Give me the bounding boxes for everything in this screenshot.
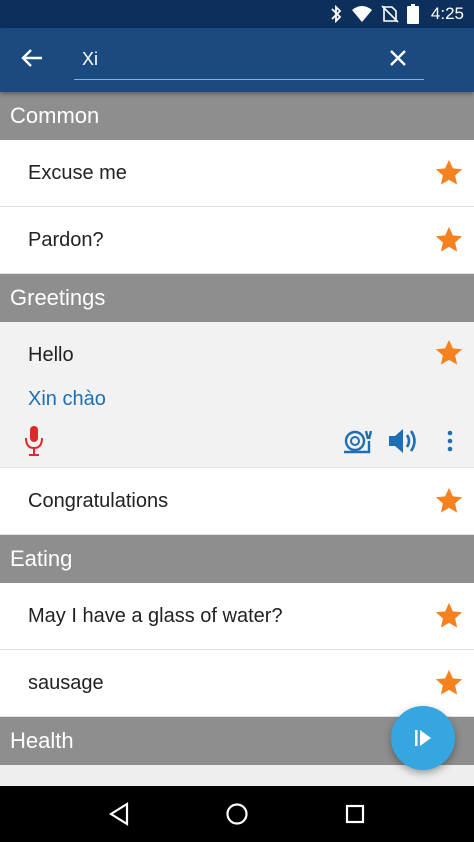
star-icon <box>435 602 463 628</box>
status-time: 4:25 <box>430 4 464 23</box>
list-item[interactable]: May I have a glass of water? <box>0 583 474 650</box>
snail-icon <box>344 430 372 454</box>
nav-home-icon <box>226 803 248 825</box>
phrase-label: sausage <box>28 671 104 694</box>
list-item[interactable]: Excuse me <box>0 140 474 207</box>
favorite-star-button[interactable] <box>434 338 464 368</box>
status-bar: 4:25 <box>0 0 474 28</box>
no-sim-icon <box>381 5 399 23</box>
speaker-icon <box>389 429 416 453</box>
star-icon <box>435 669 463 695</box>
search-field-wrapper <box>74 42 424 80</box>
phrase-label: Excuse me <box>28 161 127 184</box>
phrase-translation: Xin chào <box>28 388 106 410</box>
battery-icon <box>406 4 419 24</box>
back-arrow-icon <box>21 48 43 72</box>
favorite-star-button[interactable] <box>434 668 464 698</box>
search-input[interactable] <box>74 42 374 76</box>
star-icon <box>435 159 463 185</box>
phrase-label: Pardon? <box>28 228 104 251</box>
close-icon <box>389 49 407 71</box>
phrase-label: Congratulations <box>28 489 169 512</box>
list-item[interactable]: Pardon? <box>0 207 474 274</box>
microphone-icon <box>25 426 43 456</box>
star-icon <box>435 339 463 365</box>
star-icon <box>435 226 463 252</box>
section-header-common: Common <box>0 92 474 140</box>
favorite-star-button[interactable] <box>434 225 464 255</box>
nav-back-icon <box>108 802 129 826</box>
clear-search-button[interactable] <box>384 46 412 74</box>
star-icon <box>435 487 463 513</box>
favorite-star-button[interactable] <box>434 601 464 631</box>
wifi-icon <box>351 5 373 23</box>
nav-home-button[interactable] <box>217 794 257 834</box>
system-nav-bar <box>0 786 474 842</box>
list-item[interactable]: Congratulations <box>0 468 474 535</box>
favorite-star-button[interactable] <box>434 158 464 188</box>
nav-recents-button[interactable] <box>335 794 375 834</box>
record-button[interactable] <box>20 424 48 458</box>
more-options-button[interactable] <box>440 426 460 456</box>
nav-recents-icon <box>345 804 365 824</box>
section-header-eating: Eating <box>0 535 474 583</box>
more-vert-icon <box>447 430 453 452</box>
favorite-star-button[interactable] <box>434 486 464 516</box>
play-icon <box>415 730 431 746</box>
nav-back-button[interactable] <box>99 794 139 834</box>
phrase-list[interactable]: Common Excuse me Pardon? Greetings Hello… <box>0 92 474 786</box>
list-item[interactable]: sausage <box>0 650 474 717</box>
phrase-label: Hello <box>28 344 74 366</box>
phrase-label: May I have a glass of water? <box>28 604 283 627</box>
back-button[interactable] <box>14 42 50 78</box>
app-bar <box>0 28 474 92</box>
play-all-fab[interactable] <box>391 706 455 770</box>
play-audio-button[interactable] <box>386 424 420 458</box>
slow-playback-button[interactable] <box>340 426 374 456</box>
section-header-greetings: Greetings <box>0 274 474 322</box>
expanded-list-item[interactable]: Hello Xin chào <box>0 322 474 468</box>
bluetooth-icon <box>329 5 343 23</box>
